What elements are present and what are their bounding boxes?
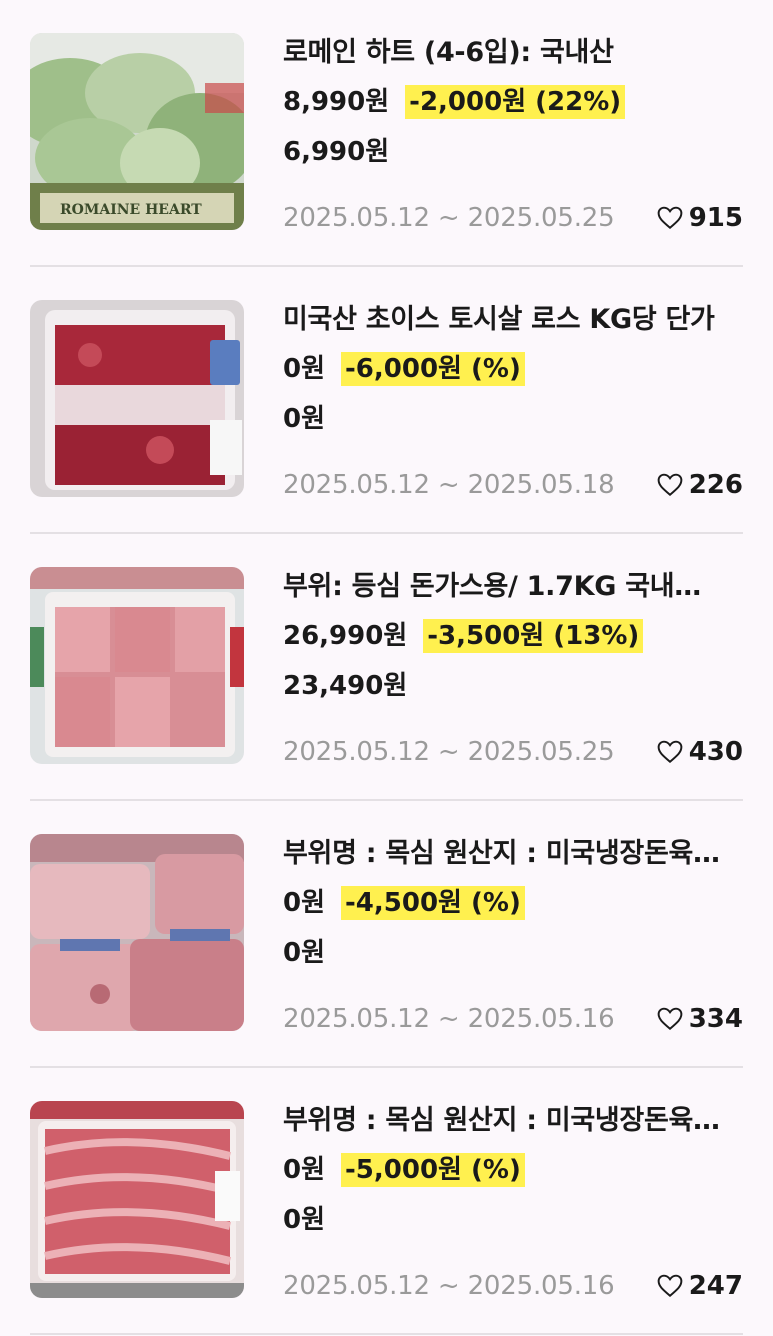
final-price: 23,490원 <box>283 671 408 701</box>
like-count: 334 <box>688 1004 743 1034</box>
heart-outline-icon <box>657 1274 683 1298</box>
product-image-sliced-pork[interactable] <box>30 1101 244 1298</box>
discount-badge: -2,000원 (22%) <box>405 85 626 119</box>
like-count: 430 <box>688 737 743 767</box>
discount-badge: -4,500원 (%) <box>341 886 525 920</box>
sale-dates: 2025.05.12 ~ 2025.05.16 <box>283 1004 615 1034</box>
product-title: 부위명 : 목심 원산지 : 미국냉장돈육… <box>283 1105 720 1136</box>
original-price: 0원 <box>283 1155 326 1185</box>
discount-badge: -3,500원 (13%) <box>423 619 644 653</box>
original-price: 8,990원 <box>283 87 390 117</box>
heart-outline-icon <box>657 1007 683 1031</box>
like-count: 915 <box>688 203 743 233</box>
product-image-pork-neck[interactable] <box>30 834 244 1031</box>
like-button[interactable]: 430 <box>657 732 743 772</box>
product-card[interactable]: 부위: 등심 돈가스용/ 1.7KG 국내… 26,990원 -3,500원 (1… <box>0 534 773 801</box>
product-card[interactable]: ROMAINE HEART 로메인 하트 (4-6입): 국내산 8,990원 -… <box>0 0 773 267</box>
final-price: 0원 <box>283 404 326 434</box>
like-button[interactable]: 334 <box>657 999 743 1039</box>
product-title: 부위명 : 목심 원산지 : 미국냉장돈육… <box>283 838 720 869</box>
product-title: 미국산 초이스 토시살 로스 KG당 단가 <box>283 304 715 335</box>
sale-dates: 2025.05.12 ~ 2025.05.25 <box>283 737 615 767</box>
product-title: 로메인 하트 (4-6입): 국내산 <box>283 37 614 68</box>
like-button[interactable]: 226 <box>657 465 743 505</box>
original-price: 0원 <box>283 888 326 918</box>
like-count: 247 <box>688 1271 743 1301</box>
heart-outline-icon <box>657 740 683 764</box>
romaine-label-text: ROMAINE HEART <box>60 202 202 218</box>
original-price: 0원 <box>283 354 326 384</box>
sale-dates: 2025.05.12 ~ 2025.05.25 <box>283 203 615 233</box>
product-card[interactable]: 부위명 : 목심 원산지 : 미국냉장돈육… 0원 -4,500원 (%) 0원 … <box>0 801 773 1068</box>
like-count: 226 <box>688 470 743 500</box>
product-image-beef[interactable] <box>30 300 244 497</box>
discount-badge: -6,000원 (%) <box>341 352 525 386</box>
product-image-pork-loin[interactable] <box>30 567 244 764</box>
heart-outline-icon <box>657 206 683 230</box>
product-card[interactable]: 부위명 : 목심 원산지 : 미국냉장돈육… 0원 -5,000원 (%) 0원 … <box>0 1068 773 1335</box>
like-button[interactable]: 915 <box>657 198 743 238</box>
product-title: 부위: 등심 돈가스용/ 1.7KG 국내… <box>283 571 701 602</box>
heart-outline-icon <box>657 473 683 497</box>
original-price: 26,990원 <box>283 621 408 651</box>
divider <box>30 1333 743 1335</box>
final-price: 6,990원 <box>283 137 390 167</box>
product-card[interactable]: 미국산 초이스 토시살 로스 KG당 단가 0원 -6,000원 (%) 0원 2… <box>0 267 773 534</box>
sale-dates: 2025.05.12 ~ 2025.05.16 <box>283 1271 615 1301</box>
discount-badge: -5,000원 (%) <box>341 1153 525 1187</box>
final-price: 0원 <box>283 1205 326 1235</box>
final-price: 0원 <box>283 938 326 968</box>
product-image-romaine[interactable]: ROMAINE HEART <box>30 33 244 230</box>
like-button[interactable]: 247 <box>657 1266 743 1306</box>
sale-dates: 2025.05.12 ~ 2025.05.18 <box>283 470 615 500</box>
